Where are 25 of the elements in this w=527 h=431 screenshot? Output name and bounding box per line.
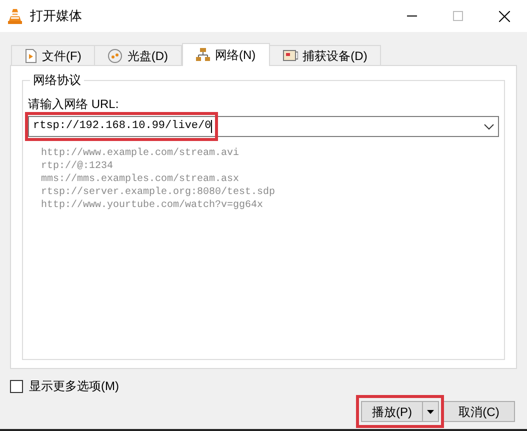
tab[interactable]: 光盘(D) xyxy=(94,45,182,65)
tab[interactable]: 捕获设备(D) xyxy=(268,45,382,65)
tab[interactable]: 网络(N) xyxy=(182,43,270,66)
minimize-icon xyxy=(407,15,417,17)
checkbox[interactable] xyxy=(10,380,23,392)
maximize-icon xyxy=(453,11,463,21)
example-url: http://www.example.com/stream.avi xyxy=(41,147,240,160)
disc-icon xyxy=(108,48,122,62)
example-url: rtsp://server.example.org:8080/test.sdp xyxy=(41,186,276,199)
close-icon xyxy=(498,10,510,22)
example-url: mms://mms.examples.com/stream.asx xyxy=(41,173,240,186)
window-title: 打开媒体 xyxy=(30,7,82,26)
chevron-down-icon xyxy=(484,124,494,130)
network-icon xyxy=(196,48,210,62)
example-url: rtp://@:1234 xyxy=(41,160,114,173)
document-icon xyxy=(25,48,37,62)
checkbox-label: 显示更多选项(M) xyxy=(29,378,119,395)
capture-card-icon xyxy=(282,49,298,62)
url-label: 请输入网络 URL: xyxy=(28,96,120,113)
caret-icon xyxy=(427,410,434,414)
cone-icon xyxy=(8,8,22,24)
tab[interactable]: 文件(F) xyxy=(11,45,96,65)
cancel-button[interactable]: 取消(C) xyxy=(443,401,515,422)
group-title: 网络协议 xyxy=(30,71,84,89)
example-url: http://www.yourtube.com/watch?v=gg64x xyxy=(41,199,264,212)
